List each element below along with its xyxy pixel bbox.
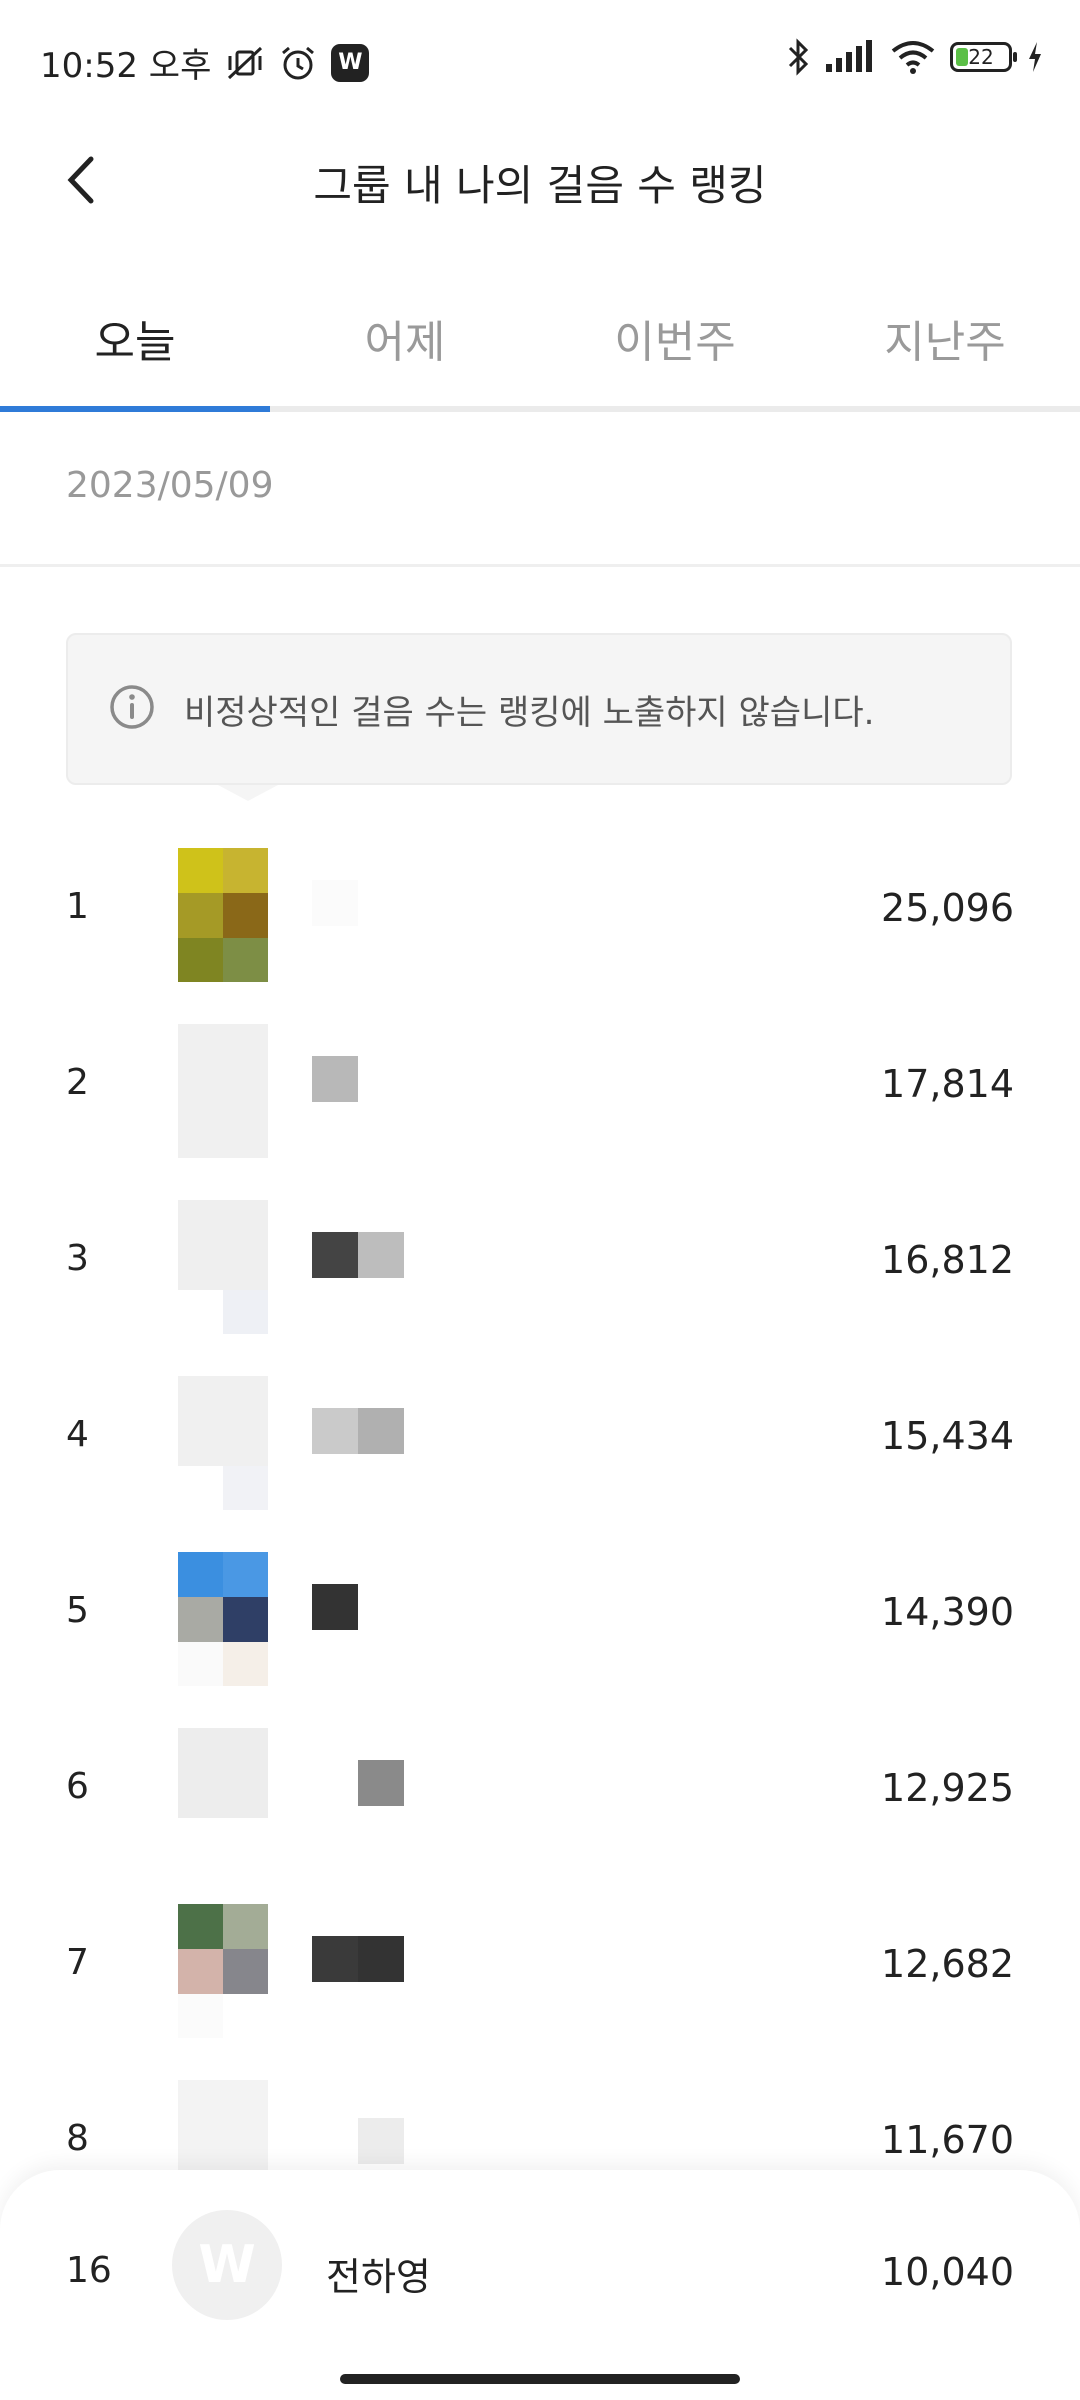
- notice-text: 비정상적인 걸음 수는 랭킹에 노출하지 않습니다.: [184, 692, 875, 733]
- step-count: 12,682: [881, 1942, 1014, 1986]
- step-count: 17,814: [881, 1062, 1014, 1106]
- status-bar: 10:52 오후 W 22: [0, 0, 1080, 130]
- battery-icon: 22: [950, 42, 1017, 72]
- tab-bar: 오늘 어제 이번주 지난주: [0, 270, 1080, 410]
- tab-active-indicator: [0, 406, 270, 412]
- ranking-row[interactable]: 5 14,390: [0, 1524, 1080, 1700]
- step-count: 14,390: [881, 1590, 1014, 1634]
- avatar: [178, 1024, 268, 1158]
- status-left: 10:52 오후 W: [40, 38, 370, 87]
- status-right: 22: [786, 38, 1044, 76]
- my-name: 전하영: [326, 2255, 431, 2299]
- alarm-icon: [279, 45, 317, 81]
- tab-today[interactable]: 오늘: [0, 270, 270, 410]
- battery-level: 22: [968, 45, 994, 69]
- step-count: 11,670: [881, 2118, 1014, 2162]
- date-label: 2023/05/09: [66, 465, 274, 506]
- app-badge-icon: W: [331, 43, 370, 82]
- ranking-row[interactable]: 1 25,096: [0, 820, 1080, 996]
- avatar: [178, 1904, 268, 2038]
- page-title: 그룹 내 나의 걸음 수 랭킹: [313, 161, 767, 210]
- my-rank-number: 16: [66, 2250, 112, 2291]
- step-count: 25,096: [881, 886, 1014, 930]
- rank-number: 4: [66, 1414, 89, 1455]
- avatar: [178, 1552, 268, 1686]
- rank-number: 1: [66, 886, 89, 927]
- rank-number: 6: [66, 1766, 89, 1807]
- home-indicator[interactable]: [340, 2374, 740, 2384]
- status-time: 10:52 오후: [40, 46, 212, 86]
- avatar: [178, 848, 268, 982]
- my-step-count: 10,040: [881, 2250, 1014, 2294]
- step-count: 16,812: [881, 1238, 1014, 1282]
- step-count: 15,434: [881, 1414, 1014, 1458]
- ranking-row[interactable]: 3 16,812: [0, 1172, 1080, 1348]
- notice-banner: 비정상적인 걸음 수는 랭킹에 노출하지 않습니다.: [66, 633, 1012, 801]
- avatar: [178, 1728, 268, 1862]
- tab-yesterday[interactable]: 어제: [270, 270, 540, 410]
- charging-icon: [1026, 40, 1044, 74]
- step-count: 12,925: [881, 1766, 1014, 1810]
- rank-number: 2: [66, 1062, 89, 1103]
- rank-number: 5: [66, 1590, 89, 1631]
- tab-this-week[interactable]: 이번주: [540, 270, 810, 410]
- signal-icon: [824, 40, 876, 74]
- header: 그룹 내 나의 걸음 수 랭킹: [0, 130, 1080, 230]
- notice-tail: [218, 785, 278, 801]
- ranking-row[interactable]: 6 12,925: [0, 1700, 1080, 1876]
- ranking-row[interactable]: 4 15,434: [0, 1348, 1080, 1524]
- ranking-row[interactable]: 2 17,814: [0, 996, 1080, 1172]
- wifi-icon: [890, 39, 936, 75]
- ranking-row[interactable]: 7 12,682: [0, 1876, 1080, 2052]
- rank-number: 7: [66, 1942, 89, 1983]
- my-rank-bar[interactable]: 16 W 전하영 10,040: [0, 2170, 1080, 2400]
- rank-number: 3: [66, 1238, 89, 1279]
- rank-number: 8: [66, 2118, 89, 2159]
- vibrate-off-icon: [225, 46, 265, 80]
- info-icon: [108, 683, 156, 735]
- avatar: [178, 1200, 268, 1334]
- section-divider: [0, 564, 1080, 567]
- tab-last-week[interactable]: 지난주: [810, 270, 1080, 410]
- bluetooth-icon: [786, 38, 810, 76]
- avatar: [178, 1376, 268, 1510]
- my-avatar: W: [172, 2210, 282, 2320]
- my-avatar-letter: W: [198, 2235, 256, 2295]
